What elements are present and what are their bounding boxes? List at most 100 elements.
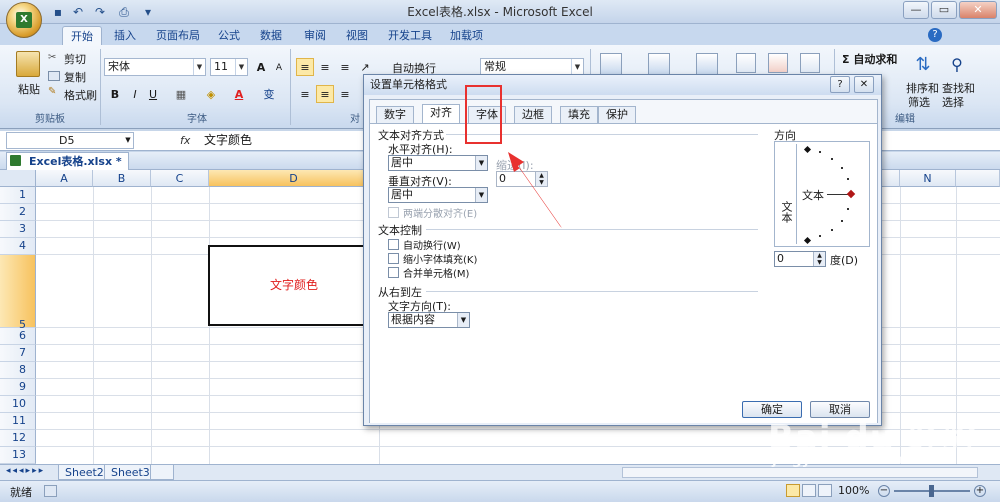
- tab-alignment[interactable]: 对齐: [422, 104, 460, 123]
- row-header-13[interactable]: 13: [0, 447, 36, 464]
- grow-font-button[interactable]: A: [252, 58, 270, 76]
- zoom-in-icon[interactable]: +: [974, 485, 986, 497]
- conditional-format-icon[interactable]: [600, 53, 622, 75]
- font-color-icon[interactable]: A: [230, 85, 248, 103]
- fill-color-icon[interactable]: ◈: [202, 85, 220, 103]
- office-button[interactable]: X: [6, 2, 42, 38]
- help-icon[interactable]: ?: [928, 28, 942, 42]
- binoculars-icon[interactable]: ⚲: [946, 53, 968, 77]
- sort-filter-icon[interactable]: ⇅: [912, 53, 934, 77]
- column-header-n[interactable]: N: [900, 170, 956, 187]
- tab-addins[interactable]: 加载项: [442, 26, 491, 46]
- align-center-icon[interactable]: ≡: [316, 85, 334, 103]
- cell-styles-icon[interactable]: [696, 53, 718, 75]
- tab-page-layout[interactable]: 页面布局: [148, 26, 208, 46]
- page-layout-view-icon[interactable]: [802, 484, 816, 497]
- copy-button[interactable]: 复制: [64, 69, 86, 85]
- zoom-slider-handle[interactable]: [929, 485, 934, 497]
- tab-developer[interactable]: 开发工具: [380, 26, 440, 46]
- column-header-b[interactable]: B: [93, 170, 151, 187]
- align-middle-icon[interactable]: ≡: [316, 58, 334, 76]
- indent-spinner[interactable]: 0 ▲ ▼: [496, 171, 548, 187]
- row-header-12[interactable]: 12: [0, 430, 36, 447]
- insert-function-button[interactable]: fx: [180, 132, 190, 149]
- zoom-out-icon[interactable]: −: [878, 485, 890, 497]
- tab-fill[interactable]: 填充: [560, 106, 598, 123]
- tab-protection[interactable]: 保护: [598, 106, 636, 123]
- tab-border[interactable]: 边框: [514, 106, 552, 123]
- tab-home[interactable]: 开始: [62, 26, 102, 46]
- row-header-5[interactable]: 5: [0, 255, 36, 331]
- align-top-icon[interactable]: ≡: [296, 58, 314, 76]
- select-button-label[interactable]: 选择: [942, 94, 964, 110]
- row-header-6[interactable]: 6: [0, 328, 36, 345]
- name-box[interactable]: D5: [6, 132, 134, 149]
- row-header-10[interactable]: 10: [0, 396, 36, 413]
- column-header-c[interactable]: C: [151, 170, 209, 187]
- workbook-tab[interactable]: Excel表格.xlsx *: [6, 152, 129, 170]
- bold-button[interactable]: B: [106, 85, 124, 103]
- format-painter-button[interactable]: 格式刷: [64, 87, 97, 103]
- chevron-down-icon[interactable]: ▼: [122, 132, 134, 149]
- degrees-spinner[interactable]: 0 ▲ ▼: [774, 251, 826, 267]
- normal-view-icon[interactable]: [786, 484, 800, 497]
- print-preview-icon[interactable]: ⎙: [116, 4, 132, 20]
- column-header-d[interactable]: D: [209, 170, 379, 187]
- align-bottom-icon[interactable]: ≡: [336, 58, 354, 76]
- phonetic-button[interactable]: 变: [260, 85, 278, 103]
- minimize-button[interactable]: —: [903, 1, 929, 19]
- distributed-checkbox[interactable]: [388, 207, 399, 218]
- column-header-o[interactable]: [956, 170, 1000, 187]
- row-header-3[interactable]: 3: [0, 221, 36, 238]
- customize-qat-icon[interactable]: ▾: [140, 4, 156, 20]
- align-right-icon[interactable]: ≡: [336, 85, 354, 103]
- vertical-align-select[interactable]: 居中 ▼: [388, 187, 488, 203]
- autosum-button[interactable]: Σ 自动求和: [842, 51, 897, 67]
- merge-cells-checkbox[interactable]: [388, 267, 399, 278]
- shrink-font-button[interactable]: A: [270, 58, 288, 76]
- dialog-close-button[interactable]: ✕: [854, 76, 874, 93]
- vertical-text-toggle[interactable]: 文本: [777, 144, 797, 244]
- format-cells-icon[interactable]: [800, 53, 820, 73]
- horizontal-align-select[interactable]: 居中 ▼: [388, 155, 488, 171]
- row-header-9[interactable]: 9: [0, 379, 36, 396]
- tab-data[interactable]: 数据: [252, 26, 290, 46]
- sheet-nav-arrows[interactable]: ◂◂◂▸▸▸: [6, 466, 45, 476]
- horizontal-scrollbar[interactable]: [622, 467, 978, 478]
- font-name-combo[interactable]: 宋体 ▼: [104, 58, 206, 76]
- insert-sheet-icon[interactable]: [150, 465, 174, 480]
- paste-icon[interactable]: [16, 51, 40, 77]
- save-icon[interactable]: ▪: [50, 4, 66, 20]
- close-button[interactable]: ✕: [959, 1, 997, 19]
- row-header-1[interactable]: 1: [0, 187, 36, 204]
- undo-icon[interactable]: ↶: [70, 4, 86, 20]
- insert-cells-icon[interactable]: [736, 53, 756, 73]
- tab-number[interactable]: 数字: [376, 106, 414, 123]
- align-left-icon[interactable]: ≡: [296, 85, 314, 103]
- page-break-view-icon[interactable]: [818, 484, 832, 497]
- delete-cells-icon[interactable]: [768, 53, 788, 73]
- zoom-level[interactable]: 100%: [838, 484, 869, 497]
- maximize-button[interactable]: ▭: [931, 1, 957, 19]
- underline-button[interactable]: U: [144, 85, 162, 103]
- wrap-text-checkbox[interactable]: [388, 239, 399, 250]
- row-header-4[interactable]: 4: [0, 238, 36, 255]
- shrink-to-fit-checkbox[interactable]: [388, 253, 399, 264]
- row-header-8[interactable]: 8: [0, 362, 36, 379]
- filter-button-label[interactable]: 筛选: [908, 94, 930, 110]
- tab-insert[interactable]: 插入: [106, 26, 144, 46]
- tab-review[interactable]: 审阅: [296, 26, 334, 46]
- dialog-help-button[interactable]: ?: [830, 76, 850, 93]
- sheet-tab-sheet2[interactable]: Sheet2: [58, 465, 111, 480]
- tab-formulas[interactable]: 公式: [210, 26, 248, 46]
- select-all-corner[interactable]: [0, 170, 36, 187]
- row-header-11[interactable]: 11: [0, 413, 36, 430]
- paste-button[interactable]: 粘贴: [18, 81, 40, 97]
- sheet-tab-sheet3[interactable]: Sheet3: [104, 465, 157, 480]
- row-header-2[interactable]: 2: [0, 204, 36, 221]
- active-cell-d5[interactable]: 文字颜色: [208, 245, 380, 326]
- column-header-a[interactable]: A: [36, 170, 93, 187]
- row-header-7[interactable]: 7: [0, 345, 36, 362]
- macro-record-icon[interactable]: [44, 485, 57, 497]
- redo-icon[interactable]: ↷: [92, 4, 108, 20]
